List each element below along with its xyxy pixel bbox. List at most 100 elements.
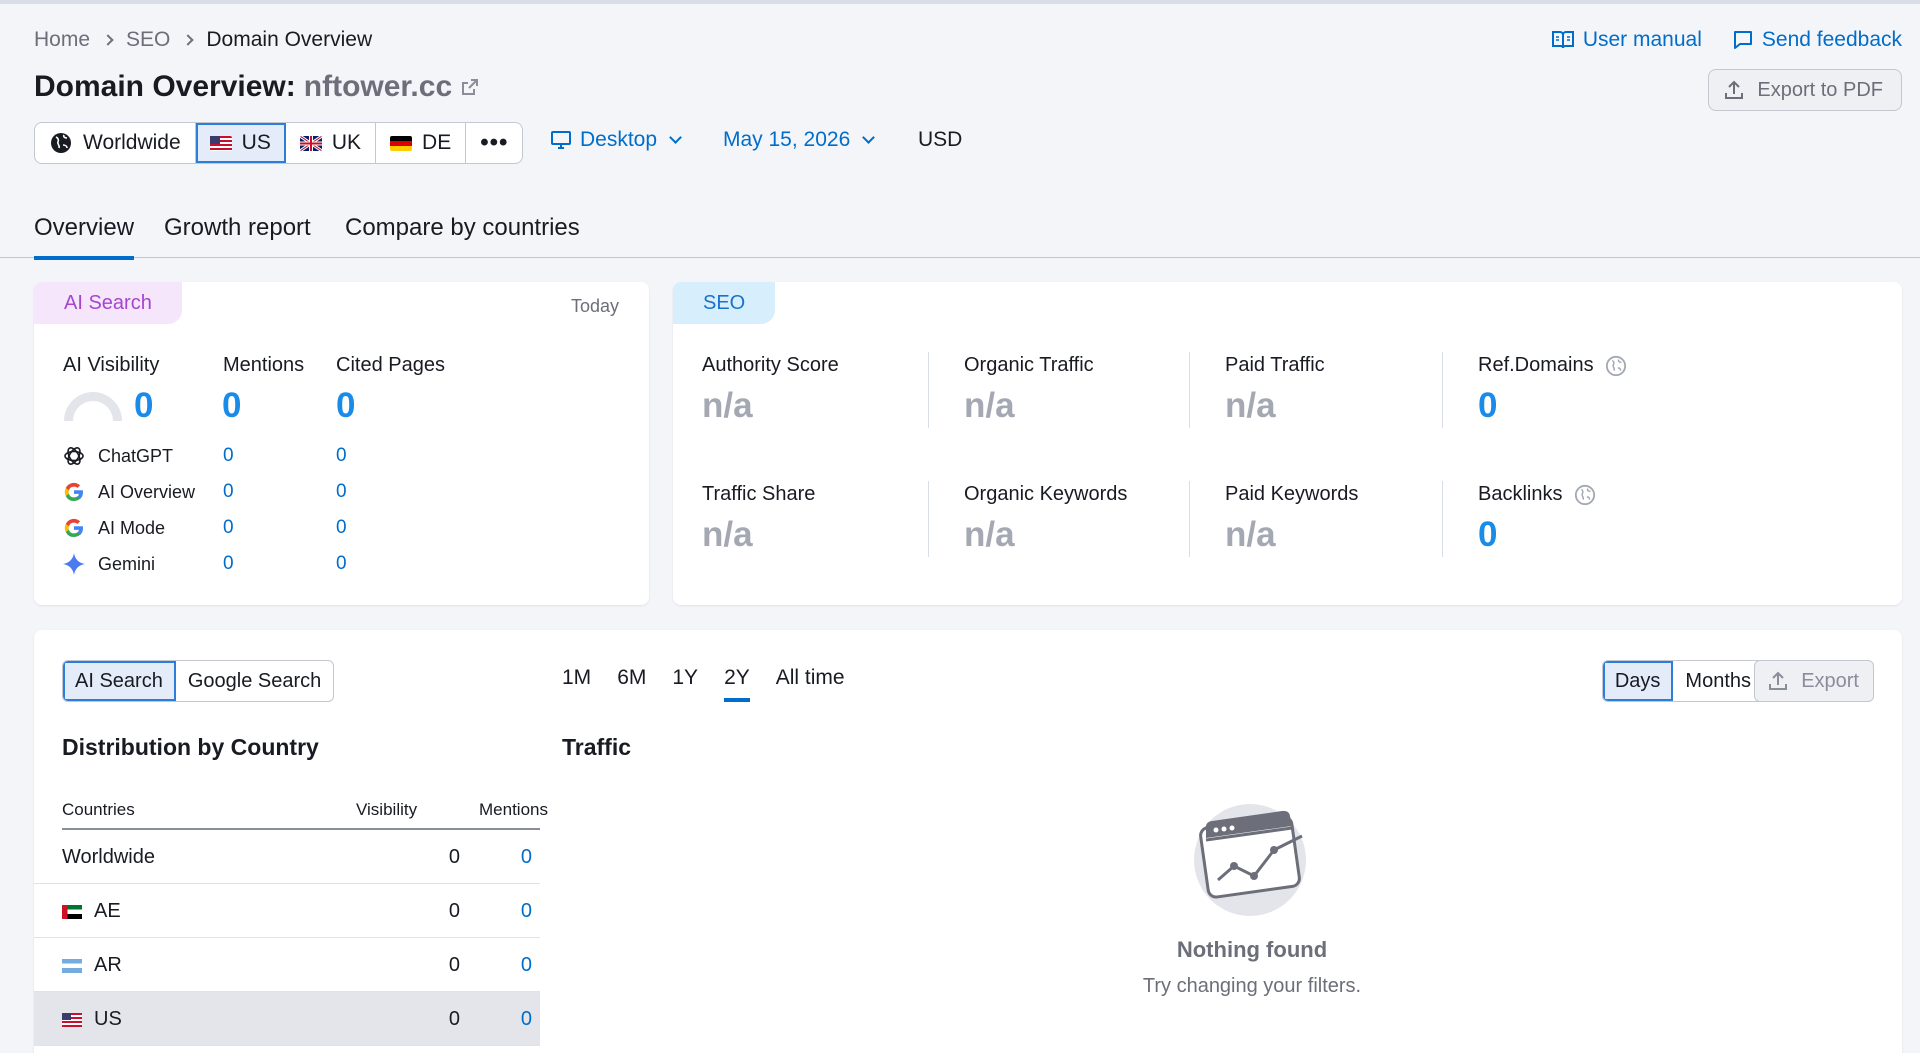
title-prefix: Domain Overview: [34,70,296,103]
top-border [0,0,1920,4]
gemini-cited[interactable]: 0 [336,553,347,575]
table-row[interactable]: AE 0 0 [34,884,540,938]
col-countries[interactable]: Countries [62,800,135,820]
ref-domains-value[interactable]: 0 [1478,386,1497,426]
cited-pages-value[interactable]: 0 [336,386,355,426]
divider [1189,352,1190,428]
device-selector[interactable]: Desktop [550,128,684,152]
visibility-gauge [64,392,122,421]
tab-bar: Overview Growth report Compare by countr… [0,210,1920,260]
ai-visibility-value[interactable]: 0 [134,386,153,426]
source-ai-search-button[interactable]: AI Search [63,661,176,701]
upload-icon [1769,671,1788,690]
range-6m[interactable]: 6M [617,666,646,702]
source-google-search-button[interactable]: Google Search [176,661,333,701]
period-label: Today [570,296,619,316]
range-all-time[interactable]: All time [776,666,845,702]
granularity-toggle: Days Months [1601,660,1764,702]
gemini-mentions[interactable]: 0 [223,553,234,575]
paid-keywords-label: Paid Keywords [1225,483,1359,505]
divider [928,481,929,557]
globe-icon [1606,355,1627,376]
engine-name: ChatGPT [98,445,174,466]
send-feedback-link[interactable]: Send feedback [1732,28,1902,52]
mentions-value[interactable]: 0 [222,386,241,426]
breadcrumb-seo[interactable]: SEO [126,28,170,52]
range-1m[interactable]: 1M [562,666,591,702]
country-name: US [62,1008,122,1031]
de-flag-icon [390,135,413,151]
table-row[interactable]: AR 0 0 [34,938,540,992]
cited-pages-label: Cited Pages [336,354,445,376]
mentions-cell[interactable]: 0 [504,900,532,923]
country-label: Worldwide [62,846,155,868]
col-mentions[interactable]: Mentions [479,800,548,820]
backlinks-value[interactable]: 0 [1478,515,1497,555]
ai-overview-cited[interactable]: 0 [336,481,347,503]
chatgpt-cited[interactable]: 0 [336,445,347,467]
export-button[interactable]: Export [1754,660,1874,702]
user-manual-link[interactable]: User manual [1551,28,1702,52]
organic-keywords-value: n/a [964,515,1015,554]
distribution-title: Distribution by Country [62,734,319,760]
months-button[interactable]: Months [1673,661,1763,701]
export-label: Export [1801,669,1859,692]
db-more-button[interactable]: ••• [466,123,522,163]
chevron-down-icon [669,130,682,144]
date-label: May 15, 2026 [723,128,851,151]
empty-title: Nothing found [1176,937,1328,962]
engine-row-chatgpt: ChatGPT [62,444,173,468]
mentions-label: Mentions [223,354,305,376]
tab-growth-report[interactable]: Growth report [164,214,311,256]
send-feedback-label: Send feedback [1761,28,1902,51]
traffic-share-label: Traffic Share [702,483,816,505]
mentions-cell[interactable]: 0 [504,846,532,869]
visibility-cell: 0 [448,1008,460,1030]
range-2y[interactable]: 2Y [724,666,750,702]
ar-flag-icon [62,958,82,973]
authority-score-label: Authority Score [702,354,839,376]
tab-compare-by-countries[interactable]: Compare by countries [345,214,580,256]
db-us[interactable]: US [195,123,286,163]
mentions-cell[interactable]: 0 [504,1008,532,1031]
empty-subtitle: Try changing your filters. [1142,975,1362,997]
uk-flag-icon [299,135,322,151]
us-flag-icon [209,135,232,151]
ai-mode-cited[interactable]: 0 [336,517,347,539]
engine-name: AI Mode [98,517,166,538]
organic-traffic-value: n/a [964,386,1015,425]
db-worldwide[interactable]: Worldwide [35,123,196,163]
db-worldwide-label: Worldwide [83,131,181,154]
days-button[interactable]: Days [1602,661,1674,701]
external-link-icon[interactable] [460,77,480,97]
date-selector[interactable]: May 15, 2026 [723,128,877,152]
visibility-cell: 0 [448,846,460,868]
traffic-title: Traffic [562,734,632,760]
engine-row-ai-mode: AI Mode [62,516,165,540]
country-name: Worldwide [62,846,155,869]
google-icon [64,482,83,502]
tab-overview[interactable]: Overview [34,214,135,260]
range-1y[interactable]: 1Y [672,666,698,702]
country-label: AR [94,954,122,976]
google-icon [64,518,83,538]
db-us-label: US [241,131,271,154]
paid-keywords-value: n/a [1225,515,1276,554]
breadcrumb-home[interactable]: Home [34,28,90,52]
visibility-cell: 0 [448,954,460,976]
col-visibility[interactable]: Visibility [356,800,417,820]
country-name: AE [62,900,121,923]
database-selector: Worldwide US UK DE ••• [34,122,524,164]
ai-mode-mentions[interactable]: 0 [223,517,234,539]
chatgpt-mentions[interactable]: 0 [223,445,234,467]
table-row[interactable]: Worldwide 0 0 [34,830,540,884]
country-label: AE [94,900,121,922]
db-de[interactable]: DE [376,123,467,163]
ai-overview-mentions[interactable]: 0 [223,481,234,503]
mentions-cell[interactable]: 0 [504,954,532,977]
db-uk[interactable]: UK [286,123,377,163]
table-row[interactable]: US 0 0 [34,992,540,1046]
title-domain[interactable]: nftower.cc [304,70,452,104]
export-pdf-button[interactable]: Export to PDF [1708,69,1902,111]
ai-search-card: AI Search Today AI Visibility Mentions C… [34,282,649,605]
